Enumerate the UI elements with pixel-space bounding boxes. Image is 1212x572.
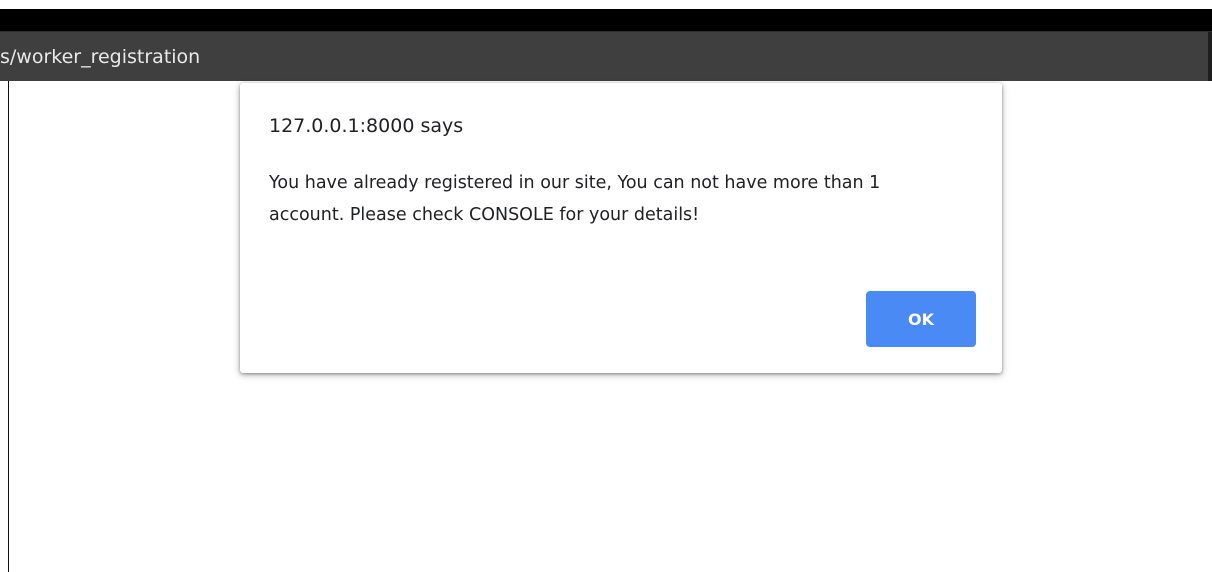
address-bar-edge (1208, 32, 1212, 82)
ok-button[interactable]: OK (866, 291, 976, 347)
dialog-title: 127.0.0.1:8000 says (269, 115, 464, 137)
alert-dialog: 127.0.0.1:8000 says You have already reg… (240, 83, 1002, 373)
address-bar[interactable]: s/worker_registration (0, 31, 1212, 82)
page-left-border (8, 81, 9, 572)
top-strip (0, 0, 1212, 9)
dialog-message: You have already registered in our site,… (269, 173, 881, 225)
window-titlebar (0, 9, 1212, 31)
url-text[interactable]: s/worker_registration (0, 44, 200, 70)
